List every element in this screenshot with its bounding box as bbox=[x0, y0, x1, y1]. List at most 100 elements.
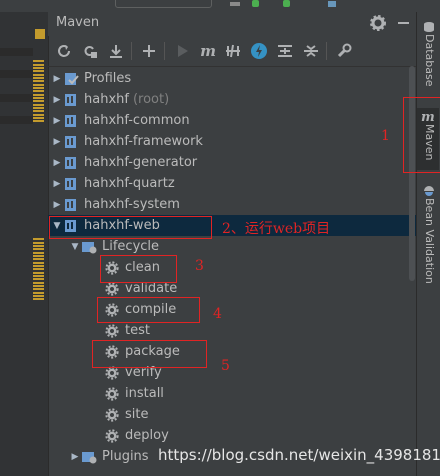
gutter-change-marker bbox=[33, 252, 44, 254]
database-tab-label[interactable]: Database bbox=[423, 34, 436, 87]
gutter-change-marker bbox=[33, 94, 44, 96]
toolbar-separator bbox=[131, 42, 132, 60]
tree-node-profiles[interactable]: ▶ Profiles bbox=[51, 68, 132, 89]
toggle-offline-icon[interactable] bbox=[222, 40, 244, 62]
bean-validation-tab-label[interactable]: Bean Validation bbox=[423, 198, 436, 284]
expand-arrow-icon[interactable]: ▶ bbox=[69, 452, 81, 462]
tree-node-project[interactable]: ▶ hahxhf-quartz bbox=[51, 173, 175, 194]
tree-node-project[interactable]: ▶ hahxhf-framework bbox=[51, 131, 203, 152]
lifecycle-goal-test[interactable]: test bbox=[104, 320, 150, 341]
panel-title: Maven bbox=[56, 15, 100, 30]
gutter-change-marker bbox=[33, 77, 44, 79]
download-icon[interactable] bbox=[105, 40, 127, 62]
hide-panel-icon[interactable] bbox=[396, 13, 412, 33]
expand-arrow-icon[interactable]: ▶ bbox=[51, 179, 63, 189]
run-icon[interactable] bbox=[171, 40, 193, 62]
gutter-change-marker bbox=[33, 120, 44, 122]
maven-module-icon bbox=[63, 197, 79, 213]
gutter-change-marker bbox=[33, 258, 44, 260]
skip-tests-icon[interactable] bbox=[248, 40, 270, 62]
gutter-change-marker bbox=[33, 110, 44, 112]
gutter-change-marker bbox=[33, 97, 44, 99]
run-config-selector[interactable] bbox=[115, 0, 212, 8]
tree-node-label: Plugins bbox=[102, 449, 149, 464]
gutter-change-marker bbox=[33, 100, 44, 102]
tree-node-label: hahxhf-common bbox=[84, 113, 190, 128]
annotation-box-1 bbox=[403, 97, 440, 173]
gutter-marker bbox=[35, 29, 45, 39]
annotation-number-1: 1 bbox=[381, 128, 390, 144]
gutter-change-marker bbox=[33, 87, 44, 89]
gutter-change-marker bbox=[33, 114, 44, 116]
lifecycle-goal-site[interactable]: site bbox=[104, 404, 148, 425]
gear-icon bbox=[104, 386, 120, 402]
expand-arrow-icon[interactable]: ▶ bbox=[51, 137, 63, 147]
annotation-number-3: 3 bbox=[195, 258, 204, 274]
profiles-icon bbox=[63, 71, 79, 87]
tree-node-label: hahxhf bbox=[84, 92, 129, 107]
gutter-change-marker bbox=[33, 242, 44, 244]
annotation-number-5: 5 bbox=[221, 358, 230, 374]
expand-arrow-icon[interactable]: ▶ bbox=[51, 158, 63, 168]
gutter-change-marker bbox=[33, 74, 44, 76]
watermark: https://blog.csdn.net/weixin_43981813 bbox=[158, 446, 440, 464]
tree-node-project[interactable]: ▶ hahxhf-system bbox=[51, 194, 180, 215]
add-icon[interactable] bbox=[138, 40, 160, 62]
root-suffix: (root) bbox=[132, 92, 170, 107]
gutter-change-marker bbox=[33, 70, 44, 72]
gutter-change-marker bbox=[33, 265, 44, 267]
annotation-box-4 bbox=[97, 297, 200, 323]
generate-sources-icon[interactable] bbox=[79, 40, 101, 62]
tree-node-project[interactable]: ▶ hahxhf (root) bbox=[51, 89, 170, 110]
gutter-change-marker bbox=[33, 282, 44, 284]
tree-node-label: Lifecycle bbox=[102, 239, 160, 254]
annotation-text-2: 2、运行web项目 bbox=[222, 221, 331, 237]
execute-goal-icon[interactable]: m bbox=[197, 40, 219, 62]
tree-node-label: hahxhf-generator bbox=[84, 155, 198, 170]
show-dependencies-icon[interactable] bbox=[274, 40, 296, 62]
run-icon[interactable] bbox=[252, 0, 259, 7]
panel-header bbox=[48, 12, 416, 36]
maven-module-icon bbox=[63, 92, 79, 108]
gutter-change-marker bbox=[33, 64, 44, 66]
gutter-change-marker bbox=[33, 298, 44, 300]
gear-icon bbox=[104, 428, 120, 444]
toolbar-separator bbox=[326, 42, 327, 60]
reload-icon[interactable] bbox=[53, 40, 75, 62]
maven-module-icon bbox=[63, 134, 79, 150]
gutter-change-marker bbox=[33, 272, 44, 274]
tree-node-label: Profiles bbox=[84, 71, 132, 86]
maven-module-icon bbox=[63, 176, 79, 192]
lifecycle-goal-deploy[interactable]: deploy bbox=[104, 425, 169, 446]
debug-icon[interactable] bbox=[283, 0, 290, 7]
lifecycle-goal-install[interactable]: install bbox=[104, 383, 164, 404]
settings-wrench-icon[interactable] bbox=[333, 40, 355, 62]
toolbar-icon[interactable] bbox=[230, 2, 240, 6]
gutter-change-marker bbox=[33, 80, 44, 82]
goal-label: install bbox=[125, 386, 164, 401]
gutter-change-marker bbox=[33, 60, 44, 62]
toolbar-separator bbox=[164, 42, 165, 60]
tree-node-plugins[interactable]: ▶ Plugins bbox=[69, 446, 149, 467]
tree-node-project[interactable]: ▶ hahxhf-generator bbox=[51, 152, 198, 173]
gear-icon[interactable] bbox=[368, 13, 388, 33]
expand-arrow-icon[interactable]: ▶ bbox=[51, 74, 63, 84]
plugins-folder-icon bbox=[81, 449, 97, 465]
expand-arrow-icon[interactable]: ▶ bbox=[51, 200, 63, 210]
code-line bbox=[0, 48, 33, 56]
toolbar-icon[interactable] bbox=[328, 1, 336, 7]
gutter-change-marker bbox=[33, 255, 44, 257]
collapse-all-icon[interactable] bbox=[300, 40, 322, 62]
maven-module-icon bbox=[63, 113, 79, 129]
gutter-change-marker bbox=[33, 117, 44, 119]
gutter-change-marker bbox=[33, 268, 44, 270]
database-icon bbox=[424, 22, 434, 32]
gutter-change-marker bbox=[33, 292, 44, 294]
gutter-change-marker bbox=[33, 278, 44, 280]
tree-node-project[interactable]: ▶ hahxhf-common bbox=[51, 110, 190, 131]
expand-arrow-icon[interactable]: ▶ bbox=[51, 95, 63, 105]
expand-arrow-icon[interactable]: ▶ bbox=[51, 116, 63, 126]
tree-node-lifecycle[interactable]: ▼ Lifecycle bbox=[69, 236, 160, 257]
collapse-arrow-icon[interactable]: ▼ bbox=[69, 242, 81, 252]
annotation-box-2 bbox=[49, 216, 212, 239]
